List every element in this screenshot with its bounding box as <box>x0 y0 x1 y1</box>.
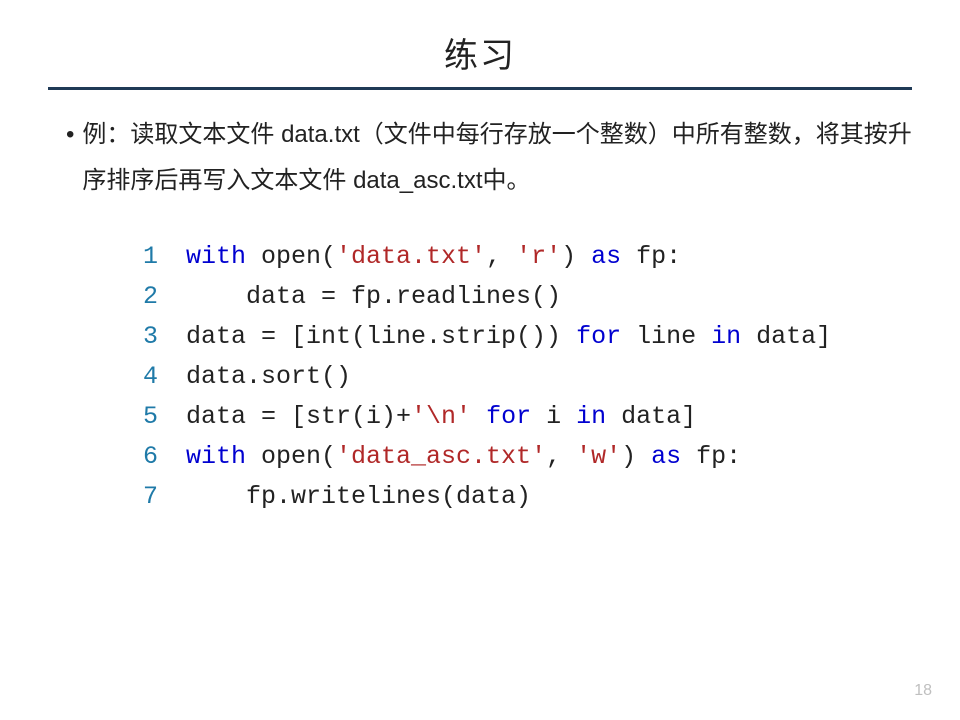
code-token: 'data_asc.txt' <box>336 442 546 471</box>
code-token: ) <box>561 242 591 271</box>
code-content: data = [int(line.strip()) for line in da… <box>186 317 831 357</box>
code-content: data.sort() <box>186 357 351 397</box>
code-content: with open('data_asc.txt', 'w') as fp: <box>186 437 741 477</box>
code-line: 7 fp.writelines(data) <box>118 477 912 517</box>
code-token: 'w' <box>576 442 621 471</box>
code-token: data] <box>741 322 831 351</box>
code-token: data = [str(i)+ <box>186 402 411 431</box>
page-number: 18 <box>914 682 932 700</box>
code-token: 'r' <box>516 242 561 271</box>
bullet-dot-icon: • <box>66 112 74 158</box>
code-token: '\n' <box>411 402 471 431</box>
code-line: 4 data.sort() <box>118 357 912 397</box>
code-line: 2 data = fp.readlines() <box>118 277 912 317</box>
code-line: 1 with open('data.txt', 'r') as fp: <box>118 237 912 277</box>
code-token: fp.writelines(data) <box>246 482 531 511</box>
code-content: fp.writelines(data) <box>186 477 531 517</box>
code-token: open( <box>246 442 336 471</box>
code-token: data = [int(line.strip()) <box>186 322 576 351</box>
line-number: 6 <box>118 437 158 477</box>
code-content: data = fp.readlines() <box>186 277 561 317</box>
line-number: 2 <box>118 277 158 317</box>
code-token: fp: <box>681 442 741 471</box>
line-number: 4 <box>118 357 158 397</box>
code-token <box>186 282 246 311</box>
code-token: ) <box>621 442 651 471</box>
bullet-text: 例：读取文本文件 data.txt（文件中每行存放一个整数）中所有整数，将其按升… <box>82 112 912 203</box>
code-token: as <box>651 442 681 471</box>
code-token: for <box>576 322 621 351</box>
line-number: 5 <box>118 397 158 437</box>
code-token: data] <box>606 402 696 431</box>
code-token: , <box>546 442 576 471</box>
code-content: with open('data.txt', 'r') as fp: <box>186 237 681 277</box>
code-token: , <box>486 242 516 271</box>
code-token: i <box>531 402 576 431</box>
code-token: as <box>591 242 621 271</box>
code-token: in <box>576 402 606 431</box>
line-number: 7 <box>118 477 158 517</box>
line-number: 1 <box>118 237 158 277</box>
code-token: with <box>186 242 246 271</box>
code-token: open( <box>246 242 336 271</box>
code-token: data.sort() <box>186 362 351 391</box>
code-token: data = fp.readlines() <box>246 282 561 311</box>
title-divider <box>48 87 912 90</box>
code-token: in <box>711 322 741 351</box>
code-block: 1with open('data.txt', 'r') as fp:2 data… <box>118 237 912 517</box>
code-token: line <box>621 322 711 351</box>
code-line: 6 with open('data_asc.txt', 'w') as fp: <box>118 437 912 477</box>
slide-title: 练习 <box>48 28 912 77</box>
line-number: 3 <box>118 317 158 357</box>
code-content: data = [str(i)+'\n' for i in data] <box>186 397 696 437</box>
code-token: for <box>486 402 531 431</box>
slide: 练习 • 例：读取文本文件 data.txt（文件中每行存放一个整数）中所有整数… <box>0 0 960 720</box>
bullet-item: • 例：读取文本文件 data.txt（文件中每行存放一个整数）中所有整数，将其… <box>66 112 912 203</box>
code-line: 3 data = [int(line.strip()) for line in d… <box>118 317 912 357</box>
code-token: with <box>186 442 246 471</box>
code-token <box>186 482 246 511</box>
code-line: 5 data = [str(i)+'\n' for i in data] <box>118 397 912 437</box>
code-token <box>471 402 486 431</box>
code-token: fp: <box>621 242 681 271</box>
code-token: 'data.txt' <box>336 242 486 271</box>
